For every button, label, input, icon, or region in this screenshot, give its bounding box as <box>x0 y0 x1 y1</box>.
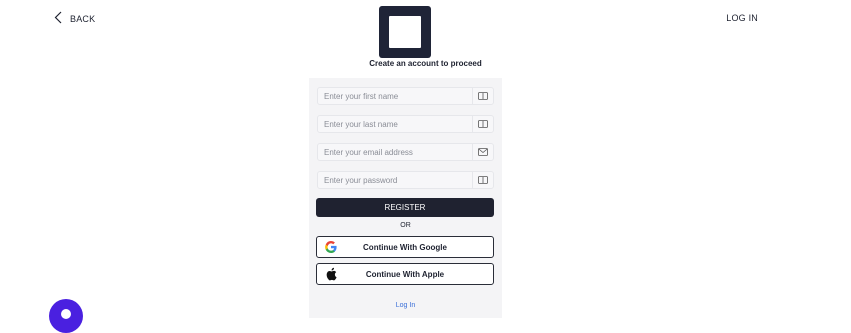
last-name-input[interactable] <box>318 119 472 129</box>
apple-signin-button[interactable]: Continue With Apple <box>316 263 494 285</box>
password-field[interactable] <box>317 171 494 189</box>
password-input[interactable] <box>318 175 472 185</box>
back-button[interactable]: BACK <box>54 11 95 26</box>
google-button-label: Continue With Google <box>363 242 447 252</box>
page-title: Create an account to proceed <box>369 59 482 68</box>
id-card-icon <box>472 88 493 104</box>
google-icon <box>317 240 345 254</box>
chat-help-button[interactable] <box>49 299 83 333</box>
first-name-input[interactable] <box>318 91 472 101</box>
key-icon <box>472 172 493 188</box>
login-link[interactable]: Log In <box>309 302 502 309</box>
register-button[interactable]: REGISTER <box>316 198 494 217</box>
login-nav-button[interactable]: LOG IN <box>726 13 758 23</box>
register-form: REGISTER OR Continue With Google Continu… <box>309 78 502 318</box>
back-label: BACK <box>70 13 96 24</box>
mail-icon <box>472 144 493 160</box>
apple-icon <box>317 267 345 281</box>
google-signin-button[interactable]: Continue With Google <box>316 236 494 258</box>
chevron-left-icon <box>54 11 62 26</box>
or-divider: OR <box>400 222 411 229</box>
chat-bubble-icon <box>61 309 71 319</box>
id-card-icon <box>472 116 493 132</box>
last-name-field[interactable] <box>317 115 494 133</box>
apple-button-label: Continue With Apple <box>365 269 445 279</box>
email-input[interactable] <box>318 147 472 157</box>
first-name-field[interactable] <box>317 87 494 105</box>
email-field[interactable] <box>317 143 494 161</box>
app-logo <box>379 6 431 58</box>
